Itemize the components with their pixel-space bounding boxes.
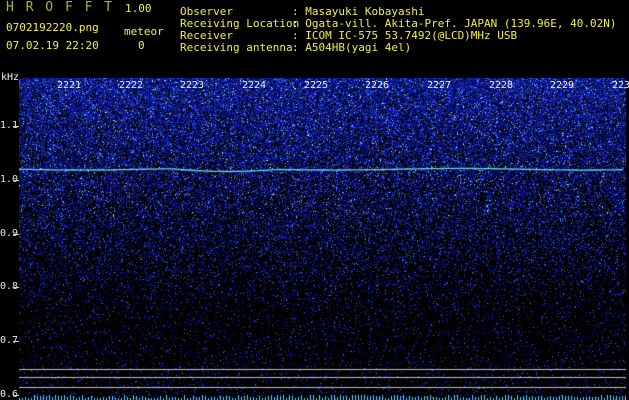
- x-tick-label: 2222: [119, 80, 144, 91]
- x-tick-label: 2225: [304, 80, 329, 91]
- app-version: 1.00: [125, 2, 152, 15]
- x-tick-label: 2229: [550, 80, 575, 91]
- y-axis-unit: kHz: [1, 72, 20, 83]
- x-tick-label: 2227: [427, 80, 452, 91]
- counter-value: 0: [138, 39, 145, 52]
- x-tick-label: 2230: [612, 80, 629, 91]
- spectrogram: [19, 78, 626, 400]
- x-tick-label: 2221: [57, 80, 82, 91]
- spectrogram-canvas: [19, 78, 626, 400]
- x-tick-label: 2226: [365, 80, 390, 91]
- info-value-antenna: : A504HB(yagi 4el): [292, 41, 412, 54]
- y-tick: [13, 395, 19, 396]
- info-key-antenna: Receiving antenna: [180, 41, 293, 54]
- counter-label: meteor: [124, 25, 164, 38]
- file-name: 0702192220.png: [6, 21, 99, 34]
- x-tick-label: 2228: [489, 80, 514, 91]
- y-tick: [13, 126, 19, 127]
- y-tick: [13, 180, 19, 181]
- y-tick: [13, 234, 19, 235]
- x-tick-label: 2223: [180, 80, 205, 91]
- header-panel: H R O F F T 1.00 0702192220.png 07.02.19…: [0, 0, 629, 76]
- file-datetime: 07.02.19 22:20: [6, 39, 99, 52]
- app-title: H R O F F T: [6, 0, 115, 15]
- y-tick: [13, 341, 19, 342]
- x-tick-label: 2224: [242, 80, 267, 91]
- y-tick: [13, 287, 19, 288]
